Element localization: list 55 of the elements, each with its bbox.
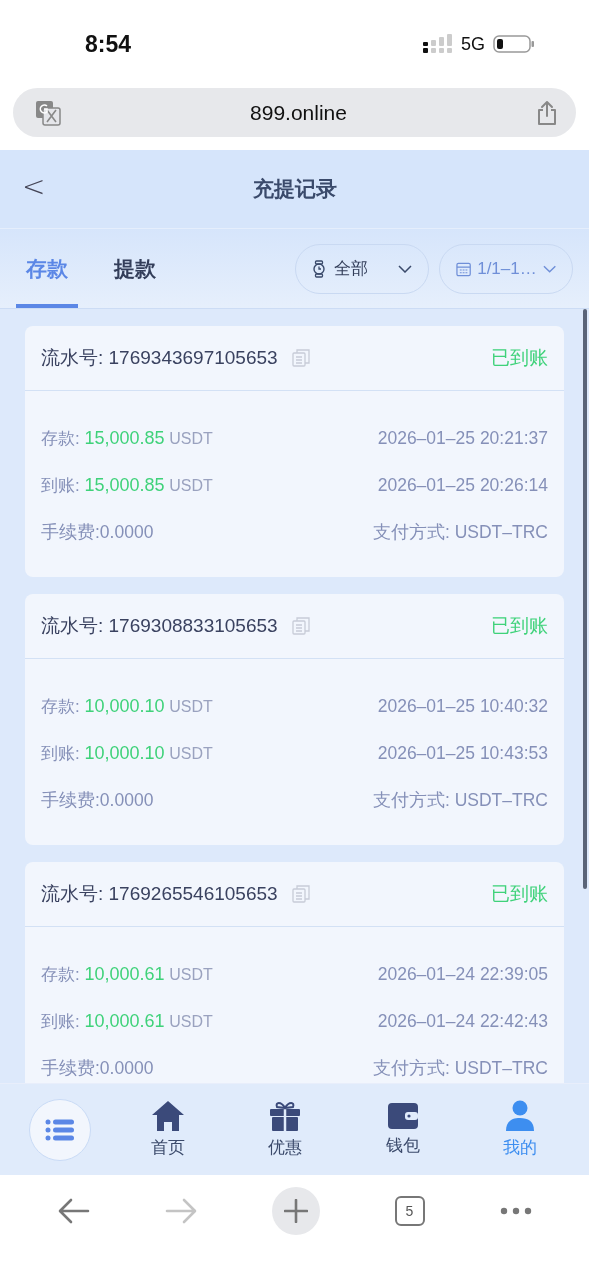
status-text: 已到账: [491, 346, 548, 370]
deposit-time: 2026–01–24 22:39:05: [377, 963, 548, 985]
fee-text: 手续费:0.0000: [41, 789, 154, 812]
page-title: 充提记录: [252, 176, 337, 202]
payment-method: 支付方式: USDT–TRC: [372, 789, 548, 812]
gift-icon: [269, 1100, 302, 1132]
serial-number: 流水号: 1769343697105653: [41, 346, 278, 370]
home-icon: [151, 1100, 186, 1132]
credited-amount: 到账: 15,000.85 USDT: [41, 473, 213, 497]
more-icon[interactable]: [499, 1206, 532, 1215]
deposit-amount: 存款: 10,000.10 USDT: [41, 694, 213, 718]
fee-text: 手续费:0.0000: [41, 521, 154, 544]
translate-icon[interactable]: [35, 99, 61, 126]
back-button[interactable]: <: [22, 170, 46, 203]
plus-icon: [283, 1198, 308, 1223]
battery-icon: [493, 34, 535, 54]
share-icon[interactable]: [536, 99, 558, 126]
deposit-time: 2026–01–25 10:40:32: [377, 695, 548, 717]
user-icon: [505, 1100, 536, 1132]
credited-time: 2026–01–24 22:42:43: [377, 1010, 548, 1032]
filter-dropdown[interactable]: 全部: [295, 243, 429, 294]
filter-label: 1/1–1…: [477, 258, 537, 279]
signal-icon: [423, 34, 453, 54]
nav-item[interactable]: 优惠: [245, 1099, 326, 1160]
wallet-icon: [386, 1102, 419, 1130]
deposit-time: 2026–01–25 20:21:37: [377, 427, 548, 449]
deposit-amount: 存款: 10,000.61 USDT: [41, 962, 213, 986]
deposit-amount: 存款: 15,000.85 USDT: [41, 426, 213, 450]
serial-number: 流水号: 1769308833105653: [41, 614, 278, 638]
credited-amount: 到账: 10,000.61 USDT: [41, 1009, 213, 1033]
calendar-icon: [456, 260, 472, 277]
status-text: 已到账: [491, 614, 548, 638]
serial-number: 流水号: 1769265546105653: [41, 882, 278, 906]
chevron-down-icon: [542, 264, 556, 273]
menu-icon: [44, 1117, 75, 1142]
credited-time: 2026–01–25 10:43:53: [377, 742, 548, 764]
status-time: 8:54: [85, 30, 132, 58]
payment-method: 支付方式: USDT–TRC: [372, 1057, 548, 1080]
url-text: 899.online: [249, 100, 348, 125]
watch-icon: [312, 259, 326, 278]
credited-time: 2026–01–25 20:26:14: [377, 474, 548, 496]
nav-item[interactable]: 钱包: [362, 1101, 443, 1158]
payment-method: 支付方式: USDT–TRC: [372, 521, 548, 544]
fee-text: 手续费:0.0000: [41, 1057, 154, 1080]
filter-label: 全部: [334, 258, 369, 280]
status-text: 已到账: [491, 882, 548, 906]
scrollbar[interactable]: [583, 309, 587, 889]
chevron-down-icon: [398, 264, 412, 273]
address-bar[interactable]: 899.online: [13, 88, 576, 137]
nav-item[interactable]: 首页: [128, 1099, 209, 1160]
tab[interactable]: 提款: [104, 229, 166, 308]
network-label: 5G: [461, 33, 485, 55]
back-arrow-icon[interactable]: [57, 1197, 90, 1224]
tab-count-button[interactable]: 5: [394, 1195, 425, 1226]
credited-amount: 到账: 10,000.10 USDT: [41, 741, 213, 765]
